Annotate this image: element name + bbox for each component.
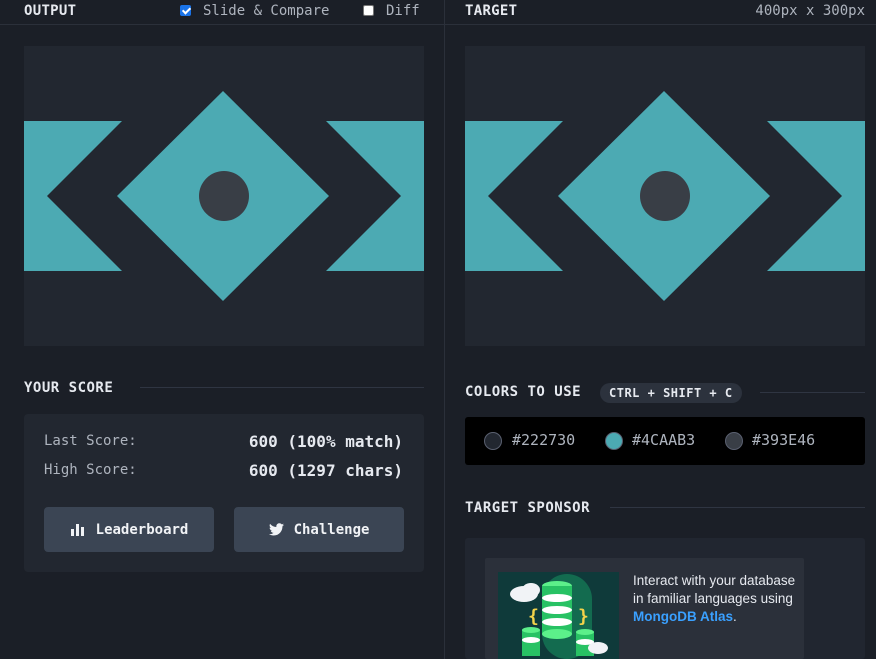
leaderboard-label: Leaderboard [95, 521, 189, 538]
swatch-teal[interactable] [605, 432, 623, 450]
swatch-dark-label[interactable]: #222730 [512, 431, 575, 449]
challenge-button[interactable]: Challenge [234, 507, 404, 552]
svg-text:}: } [578, 606, 589, 627]
output-center-dot [199, 171, 249, 221]
top-bar [0, 0, 876, 25]
swatch-gray-label[interactable]: #393E46 [752, 431, 815, 449]
twitter-icon [268, 523, 284, 536]
sponsor-text: Interact with your database in familiar … [633, 573, 796, 606]
target-canvas [465, 46, 865, 346]
slide-compare-checkbox[interactable] [180, 5, 191, 16]
output-artwork [24, 46, 424, 346]
swatch-dark[interactable] [484, 432, 502, 450]
sponsor-suffix: . [733, 609, 737, 624]
colors-section-title: COLORS TO USE [465, 384, 582, 400]
sponsor-image[interactable]: { } [498, 572, 619, 659]
last-score-value: 600 (100% match) [248, 432, 403, 451]
copy-colors-shortcut: CTRL + SHIFT + C [600, 383, 742, 403]
sponsor-link[interactable]: MongoDB Atlas [633, 609, 733, 624]
output-title: OUTPUT [24, 3, 77, 19]
output-canvas[interactable] [24, 46, 424, 346]
diff-checkbox[interactable] [363, 5, 374, 16]
sponsor-description: Interact with your database in familiar … [633, 572, 798, 626]
score-divider [140, 387, 424, 388]
last-score-label: Last Score: [44, 433, 137, 449]
high-score-label: High Score: [44, 462, 137, 478]
sponsor-section-title: TARGET SPONSOR [465, 500, 591, 516]
leaderboard-button[interactable]: Leaderboard [44, 507, 214, 552]
diff-label[interactable]: Diff [386, 0, 420, 22]
sponsor-divider [610, 507, 865, 508]
target-center-dot [640, 171, 690, 221]
score-section-title: YOUR SCORE [24, 380, 114, 396]
swatch-gray[interactable] [725, 432, 743, 450]
target-title: TARGET [465, 3, 518, 19]
target-dimensions: 400px x 300px [755, 3, 865, 19]
target-artwork [465, 46, 865, 346]
database-illustration-icon: { } [498, 572, 619, 659]
svg-text:{: { [528, 606, 539, 627]
bar-chart-icon [70, 524, 84, 536]
high-score-value: 600 (1297 chars) [248, 461, 403, 480]
colors-divider [760, 392, 865, 393]
slide-compare-label[interactable]: Slide & Compare [203, 0, 329, 22]
challenge-label: Challenge [293, 521, 370, 538]
swatch-teal-label[interactable]: #4CAAB3 [632, 431, 695, 449]
colors-panel: #222730 #4CAAB3 #393E46 [465, 417, 865, 465]
column-divider [444, 0, 445, 659]
